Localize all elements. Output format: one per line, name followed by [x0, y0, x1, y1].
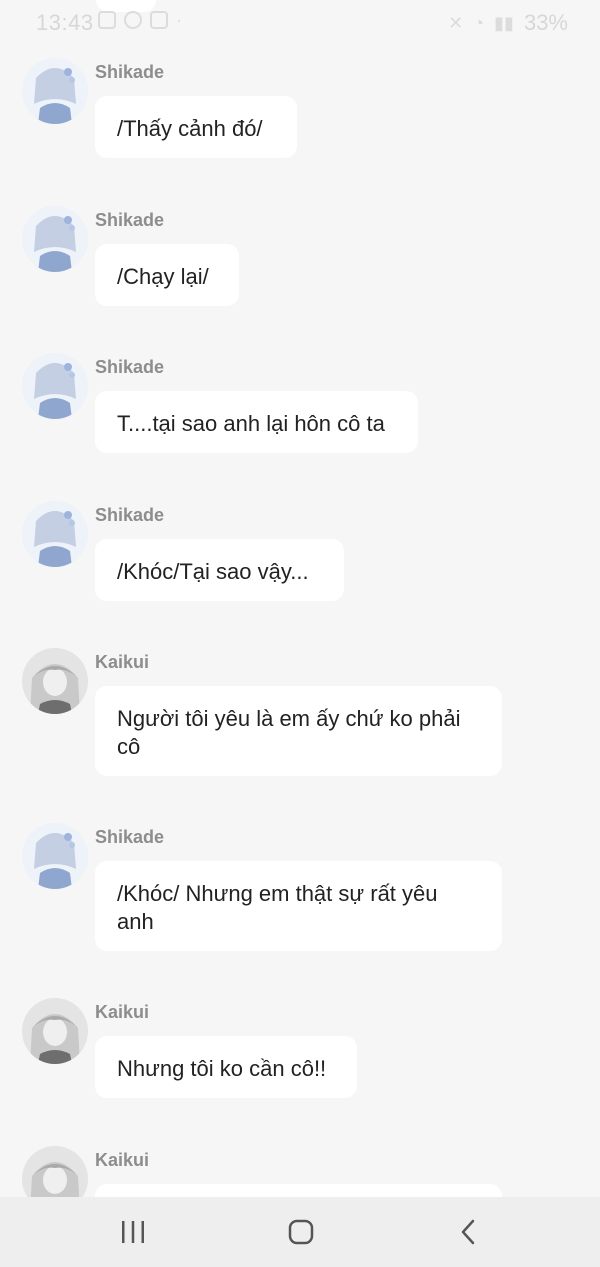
- message-text: /Khóc/ Nhưng em thật sự rất yêu anh: [117, 881, 438, 934]
- recent-apps-icon: [122, 1221, 144, 1243]
- avatar[interactable]: [22, 206, 88, 272]
- sender-name: Kaikui: [95, 652, 150, 672]
- sender-name: Shikade: [95, 827, 165, 847]
- message-text: /Khóc/Tại sao vậy...: [117, 559, 309, 584]
- message-bubble[interactable]: Người tôi yêu là em ấy chứ ko phải cô: [95, 686, 502, 776]
- back-button[interactable]: [409, 1197, 529, 1267]
- sender-name: Shikade: [95, 210, 165, 230]
- wifi-icon: ◔: [473, 12, 485, 33]
- image-notification-icon: [98, 11, 116, 29]
- mute-icon: ✕: [448, 12, 464, 33]
- message-text: /Chạy lại/: [117, 264, 209, 289]
- navigation-bar: [0, 1197, 600, 1267]
- avatar[interactable]: [22, 501, 88, 567]
- message-text: T....tại sao anh lại hôn cô ta: [117, 411, 385, 436]
- sender-name: Shikade: [95, 62, 165, 82]
- message-text: Người tôi yêu là em ấy chứ ko phải cô: [117, 706, 461, 759]
- avatar[interactable]: [22, 823, 88, 889]
- more-notifications-icon: ·: [176, 10, 182, 30]
- avatar[interactable]: [22, 58, 88, 124]
- chat-screen: 13:43 · ✕ ◔ ▮▮ 33% Shikade /Thấy cảnh đó…: [0, 0, 600, 1267]
- message-text: /Thấy cảnh đó/: [117, 116, 263, 141]
- back-icon: [461, 1219, 475, 1245]
- recent-apps-button[interactable]: [73, 1197, 193, 1267]
- status-indicators: ✕ ◔ ▮▮ 33%: [448, 10, 568, 36]
- sender-name: Kaikui: [95, 1150, 150, 1170]
- sender-name: Kaikui: [95, 1002, 150, 1022]
- home-button[interactable]: [241, 1197, 361, 1267]
- chat-notification-icon: [150, 11, 168, 29]
- sender-name: Shikade: [95, 357, 165, 377]
- message-bubble[interactable]: /Khóc/ Nhưng em thật sự rất yêu anh: [95, 861, 502, 951]
- notification-icons: ·: [98, 11, 182, 29]
- status-time: 13:43: [36, 10, 94, 35]
- message-bubble[interactable]: T....tại sao anh lại hôn cô ta: [95, 391, 418, 453]
- message-bubble[interactable]: Nhưng tôi ko cần cô!!: [95, 1036, 357, 1098]
- message-bubble[interactable]: /Khóc/Tại sao vậy...: [95, 539, 344, 601]
- message-bubble[interactable]: /Thấy cảnh đó/: [95, 96, 297, 158]
- signal-icon: ▮▮: [494, 12, 514, 33]
- sender-name: Shikade: [95, 505, 165, 525]
- status-bar: 13:43 · ✕ ◔ ▮▮ 33%: [0, 0, 600, 46]
- battery-level: 33%: [523, 10, 568, 35]
- avatar[interactable]: [22, 998, 88, 1064]
- message-bubble[interactable]: /Chạy lại/: [95, 244, 239, 306]
- avatar[interactable]: [22, 648, 88, 714]
- message-text: Nhưng tôi ko cần cô!!: [117, 1056, 327, 1081]
- avatar[interactable]: [22, 353, 88, 419]
- home-icon: [288, 1219, 314, 1245]
- app-notification-icon: [124, 11, 142, 29]
